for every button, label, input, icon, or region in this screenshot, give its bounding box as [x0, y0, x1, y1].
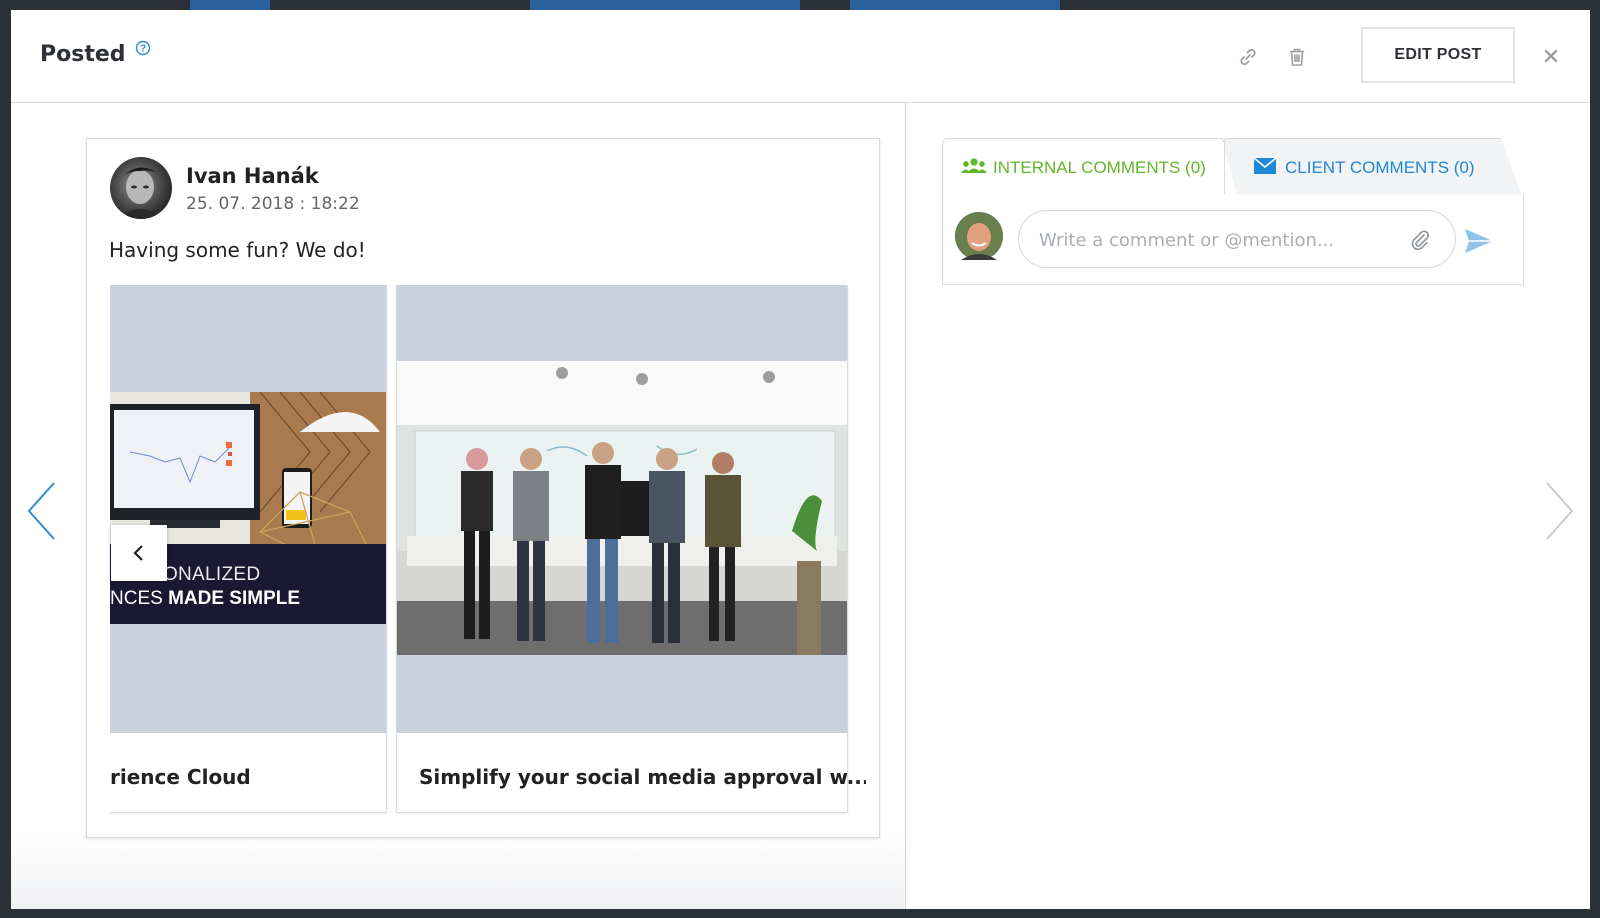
- tab-internal-comments[interactable]: INTERNAL COMMENTS (0): [942, 138, 1225, 196]
- paperclip-icon[interactable]: [1409, 229, 1431, 251]
- team-photo: [397, 361, 847, 655]
- promo-line-2-prefix: NCES: [110, 588, 163, 609]
- tab-internal-label: INTERNAL COMMENTS (0): [993, 158, 1206, 177]
- team-photo-illustration: [397, 361, 847, 655]
- card-thumbnail: PERSONALIZED NCES MADE SIMPLE: [110, 285, 386, 733]
- card-caption: Simplify your social media approval w...: [419, 765, 866, 789]
- post-detail-modal: Posted ? EDIT POST Ivan Hanák 25. 07. 20…: [11, 10, 1590, 909]
- post-preview-card: Ivan Hanák 25. 07. 2018 : 18:22 Having s…: [86, 138, 880, 838]
- envelope-icon: [1253, 157, 1277, 174]
- background-strip: [530, 0, 800, 10]
- promo-image: PERSONALIZED NCES MADE SIMPLE: [110, 392, 386, 624]
- card-thumbnail: [397, 285, 847, 733]
- author-photo: [118, 167, 164, 219]
- background-strip: [850, 0, 1060, 10]
- comment-placeholder: Write a comment or @mention...: [1039, 230, 1335, 251]
- trash-icon[interactable]: [1286, 46, 1308, 68]
- chevron-left-icon: [133, 545, 143, 561]
- svg-text:?: ?: [140, 44, 146, 55]
- current-user-photo: [955, 212, 1003, 260]
- next-post-arrow[interactable]: [1541, 480, 1577, 542]
- users-icon: [961, 158, 987, 173]
- send-icon[interactable]: [1464, 228, 1494, 254]
- post-date: 25. 07. 2018 : 18:22: [186, 194, 360, 214]
- promo-line-2: NCES MADE SIMPLE: [110, 588, 300, 610]
- comment-input[interactable]: Write a comment or @mention...: [1018, 210, 1456, 268]
- author-avatar: [110, 157, 172, 219]
- help-icon[interactable]: ?: [135, 40, 151, 56]
- post-text: Having some fun? We do!: [109, 238, 366, 262]
- author-name[interactable]: Ivan Hanák: [186, 164, 319, 188]
- comments-panel: CLIENT COMMENTS (0) INTERNAL COMMENTS (0…: [942, 138, 1524, 293]
- tab-client-label: CLIENT COMMENTS (0): [1285, 158, 1475, 177]
- card-caption: rience Cloud: [110, 765, 251, 789]
- previous-post-arrow[interactable]: [24, 480, 60, 542]
- footer-fade: [11, 830, 905, 909]
- edit-post-button[interactable]: EDIT POST: [1361, 27, 1515, 83]
- carousel-prev-button[interactable]: [111, 525, 167, 581]
- pane-divider: [905, 103, 906, 909]
- tab-client-comments[interactable]: CLIENT COMMENTS (0): [1222, 138, 1522, 196]
- promo-line-2-bold: MADE SIMPLE: [168, 588, 301, 609]
- close-icon[interactable]: [1542, 47, 1560, 65]
- background-strip: [190, 0, 270, 10]
- carousel-card[interactable]: Simplify your social media approval w...: [397, 285, 866, 812]
- link-icon[interactable]: [1237, 46, 1259, 68]
- modal-header: Posted ? EDIT POST: [11, 10, 1590, 103]
- modal-title: Posted: [40, 42, 126, 67]
- current-user-avatar: [955, 212, 1003, 260]
- link-carousel: PERSONALIZED NCES MADE SIMPLE rience Clo…: [110, 285, 866, 815]
